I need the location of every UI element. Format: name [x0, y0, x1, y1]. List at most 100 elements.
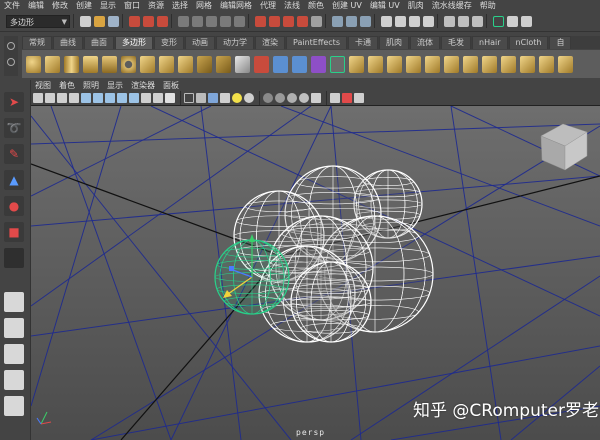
poke-icon[interactable] [520, 55, 535, 73]
menu-item[interactable]: 流水线缓存 [428, 0, 476, 11]
bridge-icon[interactable] [368, 55, 383, 73]
poly-helix-icon[interactable] [197, 55, 212, 73]
layout-graph-icon[interactable] [4, 370, 24, 390]
snap-grid-icon[interactable] [255, 15, 266, 27]
bookmark-icon[interactable] [57, 93, 67, 103]
mask-handle-icon[interactable] [178, 15, 189, 27]
open-scene-icon[interactable] [94, 15, 105, 27]
history-icon[interactable] [332, 15, 343, 27]
shelf-tab[interactable]: 曲线 [53, 36, 83, 49]
shelf-tab[interactable]: 变形 [154, 36, 184, 49]
wireframe-shading-icon[interactable] [184, 93, 194, 103]
bevel-icon[interactable] [463, 55, 478, 73]
menu-item[interactable]: 窗口 [120, 0, 144, 11]
poly-cube-icon[interactable] [45, 55, 60, 73]
menu-item[interactable]: 网格 [192, 0, 216, 11]
default-lighting-icon[interactable] [232, 93, 242, 103]
menu-item[interactable]: 选择 [168, 0, 192, 11]
menu-item[interactable]: 帮助 [476, 0, 500, 11]
shelf-tab[interactable]: 自 [549, 36, 572, 49]
layout-outliner-icon[interactable] [4, 344, 24, 364]
scale-tool-icon[interactable]: ■ [4, 222, 24, 242]
shelf-tab[interactable]: 多边形 [115, 36, 153, 49]
split-polygon-icon[interactable] [406, 55, 421, 73]
render-settings-icon[interactable] [423, 15, 434, 27]
poly-platonic-icon[interactable] [235, 55, 250, 73]
menu-item[interactable]: 资源 [144, 0, 168, 11]
menu-item[interactable]: 代理 [256, 0, 280, 11]
ui-toggle-icon-2[interactable] [472, 15, 483, 27]
menu-item[interactable]: 显示 [96, 0, 120, 11]
layout-four-icon[interactable] [4, 318, 24, 338]
perspective-viewport[interactable]: persp 知乎 @CRomputer罗老师 [31, 106, 600, 440]
shelf-tab[interactable]: 毛发 [441, 36, 471, 49]
isolate-select-icon[interactable] [330, 93, 340, 103]
menu-item[interactable]: 创建 UV [328, 0, 366, 11]
motion-blur-icon[interactable] [287, 93, 297, 103]
safe-action-icon[interactable] [141, 93, 151, 103]
append-polygon-icon[interactable] [387, 55, 402, 73]
shelf-tab[interactable]: 肌肉 [379, 36, 409, 49]
menu-item[interactable]: 修改 [48, 0, 72, 11]
combine-icon[interactable] [254, 55, 269, 73]
ui-toggle-icon[interactable] [458, 15, 469, 27]
select-hierarchy-icon[interactable] [129, 15, 140, 27]
menu-item[interactable]: 编辑 UV [366, 0, 404, 11]
shelf-tab[interactable]: 曲面 [84, 36, 114, 49]
insert-edge-loop-icon[interactable] [425, 55, 440, 73]
poly-cone-icon[interactable] [83, 55, 98, 73]
last-tool-icon[interactable] [4, 248, 24, 268]
mask-deformer-icon[interactable] [234, 15, 245, 27]
smooth-icon[interactable] [311, 55, 326, 73]
shadows-icon[interactable] [263, 93, 273, 103]
booleans-icon[interactable] [330, 55, 345, 73]
shelf-tab[interactable]: 常规 [22, 36, 52, 49]
safe-title-icon[interactable] [153, 93, 163, 103]
panel-menu-item[interactable]: 视图 [31, 80, 55, 91]
panel-menu-item[interactable]: 面板 [159, 80, 183, 91]
menu-item[interactable]: 创建 [72, 0, 96, 11]
shelf-tab[interactable]: PaintEffects [286, 36, 347, 49]
rotate-tool-icon[interactable]: ● [4, 196, 24, 216]
mask-curve-icon[interactable] [206, 15, 217, 27]
wire-sphere[interactable] [290, 261, 372, 343]
separate-icon[interactable] [273, 55, 288, 73]
shelf-tab[interactable]: 流体 [410, 36, 440, 49]
gear-icon[interactable] [7, 42, 15, 50]
view-cube-icon[interactable] [540, 123, 588, 171]
poly-soccer-ball-icon[interactable] [216, 55, 231, 73]
menu-item[interactable]: 法线 [280, 0, 304, 11]
panel-menu-item[interactable]: 显示 [103, 80, 127, 91]
paint-select-tool-icon[interactable]: ✎ [4, 144, 24, 164]
save-scene-icon[interactable] [108, 15, 119, 27]
shelf-tab[interactable]: nHair [472, 36, 508, 49]
select-component-icon[interactable] [157, 15, 168, 27]
shelf-tab[interactable]: 动画 [185, 36, 215, 49]
input-line-icon[interactable] [444, 15, 455, 27]
isolate-toggle-icon[interactable] [342, 93, 352, 103]
viewport-scene[interactable] [31, 106, 600, 440]
gear-icon[interactable] [7, 58, 15, 66]
shelf-tab[interactable]: 渲染 [255, 36, 285, 49]
wireframe-on-shaded-icon[interactable] [208, 93, 218, 103]
panel-menu-item[interactable]: 照明 [79, 80, 103, 91]
poly-pipe-icon[interactable] [178, 55, 193, 73]
extract-icon[interactable] [292, 55, 307, 73]
layout-hypershade-icon[interactable] [4, 396, 24, 416]
xray-icon[interactable] [311, 93, 321, 103]
menu-set-dropdown[interactable]: 多边形 ▼ [6, 14, 70, 28]
sphere-cluster[interactable] [214, 165, 434, 343]
merge-icon[interactable] [482, 55, 497, 73]
sidebar-toggle-icon[interactable] [493, 15, 504, 27]
render-current-icon[interactable] [395, 15, 406, 27]
mask-surface-icon[interactable] [220, 15, 231, 27]
poly-pyramid-icon[interactable] [159, 55, 174, 73]
snap-curve-icon[interactable] [269, 15, 280, 27]
field-chart-icon[interactable] [129, 93, 139, 103]
render-view-icon[interactable] [381, 15, 392, 27]
shelf-tab[interactable]: 动力学 [216, 36, 254, 49]
camera-attributes-icon[interactable] [45, 93, 55, 103]
extrude-icon[interactable] [349, 55, 364, 73]
shelf-tab[interactable]: nCloth [508, 36, 549, 49]
poly-torus-icon[interactable] [121, 55, 136, 73]
